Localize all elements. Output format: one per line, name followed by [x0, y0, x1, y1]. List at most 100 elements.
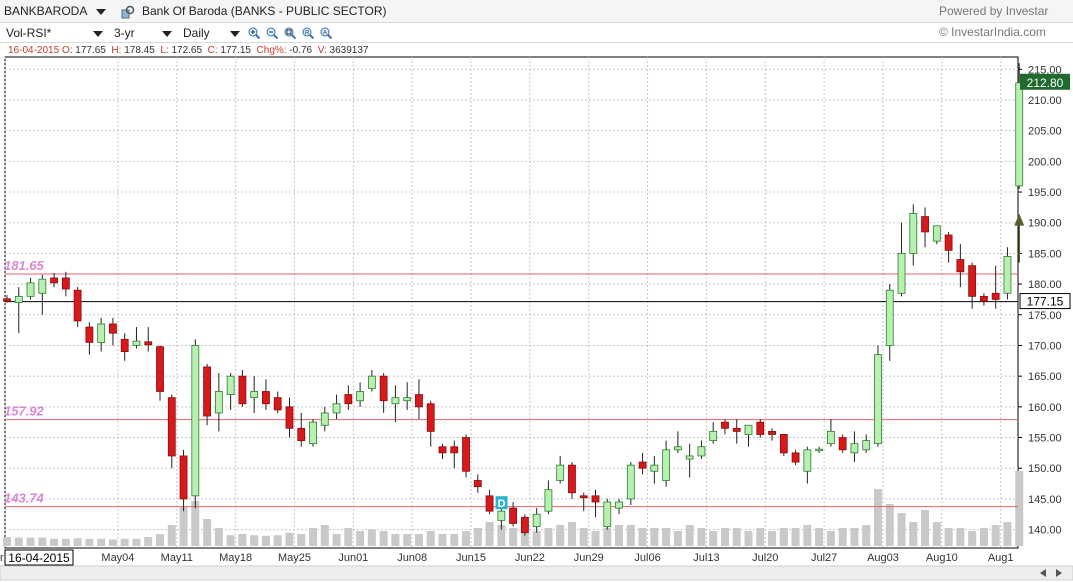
crosshair-price-label: 177.15	[1027, 295, 1064, 309]
x-tick-label: Aug1	[988, 552, 1014, 564]
volume-bar	[1003, 522, 1012, 546]
ohlc-readout-part: Chg%:	[257, 45, 287, 56]
horizontal-scrollbar	[0, 565, 1073, 581]
candlestick-chart[interactable]: 215.00210.00205.00200.00195.00190.00185.…	[0, 0, 1073, 582]
volume-bar	[414, 534, 423, 546]
y-tick-label: 205.00	[1028, 126, 1062, 138]
volume-bar	[685, 525, 694, 546]
candle-down	[297, 427, 306, 441]
volume-bar	[167, 525, 176, 546]
candle-down	[791, 452, 800, 463]
candle-down	[238, 375, 247, 405]
ohlc-readout-part: C:	[208, 45, 218, 56]
candle-down	[61, 277, 70, 290]
candle-down	[109, 323, 117, 334]
candle-up	[26, 282, 35, 297]
volume-bar	[85, 538, 94, 546]
candle-down	[591, 495, 600, 503]
y-tick-label: 160.00	[1028, 402, 1062, 414]
volume-bar	[273, 535, 282, 546]
candle-up	[615, 501, 623, 509]
y-tick-label: 145.00	[1028, 494, 1062, 506]
candle-down	[721, 421, 729, 429]
x-tick-label: May11	[161, 552, 193, 564]
ohlc-readout-part: 3639137	[327, 45, 369, 56]
volume-bar	[132, 538, 141, 546]
candle-down	[980, 295, 988, 302]
candle-down	[838, 437, 847, 451]
volume-bar	[344, 528, 353, 546]
volume-bar	[108, 539, 117, 546]
ohlc-readout-part: V:	[318, 45, 327, 56]
candle-down	[144, 341, 153, 346]
volume-bar	[626, 525, 635, 546]
candle-down	[732, 427, 741, 432]
volume-bar	[544, 528, 553, 546]
candle-down	[285, 406, 294, 429]
candle-down	[438, 446, 447, 454]
volume-bar	[885, 504, 894, 546]
candle-down	[462, 437, 470, 472]
volume-bar	[61, 538, 70, 546]
candle-up	[250, 391, 259, 399]
volume-bar	[509, 528, 518, 546]
candle-up	[685, 455, 694, 460]
volume-bar	[968, 531, 977, 546]
candle-down	[956, 259, 965, 273]
x-tick-label: Jul20	[752, 552, 778, 564]
candle-up	[744, 424, 753, 435]
volume-bar	[720, 528, 729, 546]
volume-bar	[768, 531, 777, 546]
candle-down	[415, 394, 423, 408]
candle-down	[779, 434, 788, 454]
candle-down	[85, 326, 94, 343]
x-tick-label: Jul13	[693, 552, 719, 564]
candle-down	[120, 338, 129, 353]
candle-up	[309, 421, 317, 445]
volume-bar	[367, 529, 376, 546]
candle-down	[509, 507, 518, 524]
volume-bar	[1015, 471, 1024, 546]
volume-bar	[803, 525, 812, 546]
ohlc-readout-part: 172.65	[169, 45, 208, 56]
candle-up	[403, 397, 412, 402]
volume-bar	[73, 538, 82, 546]
volume-bar	[944, 528, 953, 546]
candle-up	[1015, 82, 1024, 187]
candle-up	[214, 391, 223, 414]
x-tick-label: Aug10	[926, 552, 958, 564]
x-tick-label: May25	[278, 552, 311, 564]
x-tick-label: Jul27	[811, 552, 837, 564]
y-tick-label: 195.00	[1028, 187, 1062, 199]
volume-bar	[638, 528, 647, 546]
candle-down	[568, 464, 576, 494]
candle-up	[556, 464, 565, 481]
volume-bar	[438, 534, 447, 546]
candle-up	[367, 375, 376, 389]
candle-down	[944, 234, 953, 251]
ohlc-readout-part: 177.15	[218, 45, 257, 56]
candle-up	[132, 340, 141, 346]
candle-down	[167, 397, 176, 457]
volume-bar	[709, 531, 718, 546]
candle-down	[379, 375, 388, 402]
x-tick-label: May04	[101, 552, 134, 564]
volume-bar	[932, 522, 941, 546]
candle-down	[156, 346, 164, 392]
candle-up	[14, 295, 23, 303]
ohlc-readout-part: O:	[62, 45, 73, 56]
volume-bar	[144, 537, 153, 546]
candle-up	[603, 501, 612, 527]
x-tick-label: Jun01	[338, 552, 368, 564]
candle-down	[426, 403, 435, 432]
candle-up	[1003, 256, 1012, 294]
candle-up	[803, 449, 812, 472]
x-tick-label: Jul06	[634, 552, 660, 564]
candle-up	[320, 412, 329, 426]
candle-up	[909, 213, 918, 254]
candle-down	[262, 391, 270, 405]
candle-down	[756, 421, 765, 435]
volume-bar	[14, 537, 23, 546]
x-tick-label: Jun29	[574, 552, 604, 564]
volume-bar	[532, 531, 541, 546]
